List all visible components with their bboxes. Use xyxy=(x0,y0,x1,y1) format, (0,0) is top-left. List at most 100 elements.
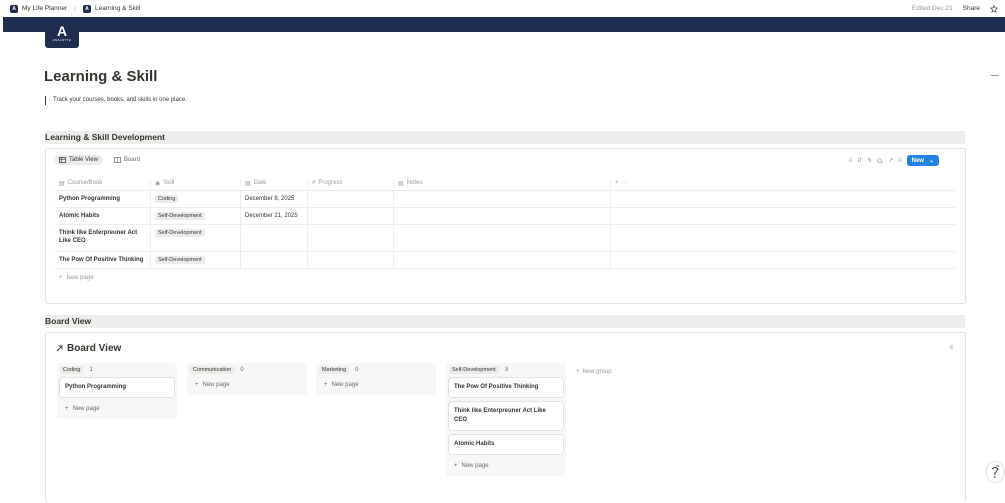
section-heading-board: Board View xyxy=(45,315,965,328)
page-cover xyxy=(3,17,1005,32)
column-header-date[interactable]: ▤ Date xyxy=(241,179,308,187)
row-skill[interactable]: Self-Development xyxy=(151,225,241,251)
row-skill[interactable]: Self-Development xyxy=(151,252,241,268)
top-bar: A My Life Planner / A Learning & Skill E… xyxy=(0,0,1005,17)
column-header-skill[interactable]: ◉ Skill xyxy=(151,179,241,187)
expand-icon[interactable]: ↗ xyxy=(888,157,893,164)
top-actions: Edited Dec 21 Share xyxy=(912,0,998,17)
help-assistant-icon[interactable] xyxy=(987,462,1003,482)
breadcrumb-item-learning-skill[interactable]: Learning & Skill xyxy=(95,5,140,12)
search-icon[interactable] xyxy=(877,157,883,164)
row-empty xyxy=(611,208,956,224)
group-count: 1 xyxy=(89,367,93,373)
add-property-icon[interactable]: + xyxy=(615,180,619,186)
page-quote: Track your courses, books, and skills in… xyxy=(45,96,187,105)
edited-timestamp: Edited Dec 21 xyxy=(911,5,953,12)
table-row[interactable]: The Pow Of Positive Thinking Self-Develo… xyxy=(55,252,956,269)
group-header[interactable]: Coding 1 xyxy=(60,366,174,374)
board-card[interactable]: The Pow Of Positive Thinking xyxy=(449,378,563,397)
row-skill[interactable]: Coding xyxy=(151,191,241,207)
new-group-button[interactable]: + New group xyxy=(576,369,612,375)
new-page-label: New page xyxy=(72,406,100,412)
new-button[interactable]: New ⌄ xyxy=(906,155,939,166)
column-header-progress[interactable]: # Progress xyxy=(308,180,394,186)
board-group-self-development: Self-Development 3 The Pow Of Positive T… xyxy=(446,363,566,476)
table-row[interactable]: Think like Enterpreuner Act Like CEO Sel… xyxy=(55,225,956,252)
page-logo: A ANALOYTH xyxy=(45,17,79,48)
table-row[interactable]: Python Programming Coding December 8, 20… xyxy=(55,191,956,208)
table-header: ▤ Course/Book ◉ Skill ▤ Date # Progress ▤ Not… xyxy=(55,176,956,191)
row-name[interactable]: Python Programming xyxy=(55,191,151,207)
plus-icon: + xyxy=(65,406,69,412)
group-header[interactable]: Marketing 0 xyxy=(319,366,433,374)
more-icon[interactable]: ··· xyxy=(622,180,628,186)
new-page-label: New page xyxy=(202,382,230,388)
automation-icon[interactable]: ↯ xyxy=(867,157,872,164)
column-header-actions: + ··· xyxy=(611,180,956,186)
tab-board[interactable]: Board xyxy=(109,155,145,165)
row-name[interactable]: Think like Enterpreuner Act Like CEO xyxy=(55,225,151,251)
calendar-icon: ▤ xyxy=(245,180,251,187)
row-date[interactable] xyxy=(241,225,308,251)
group-new-page[interactable]: + New page xyxy=(319,378,433,392)
row-date[interactable]: December 8, 2025 xyxy=(241,191,308,207)
board-card[interactable]: Think like Enterpreuner Act Like CEO xyxy=(449,402,563,430)
column-header-notes[interactable]: ▤ Notes xyxy=(394,179,611,187)
group-name: Marketing xyxy=(319,366,350,374)
breadcrumb-separator: / xyxy=(74,5,76,12)
table-new-page[interactable]: + New page xyxy=(55,269,956,287)
tab-label: Table View xyxy=(69,157,98,163)
row-progress[interactable] xyxy=(308,191,394,207)
group-new-page[interactable]: + New page xyxy=(60,402,174,416)
group-name: Self-Development xyxy=(449,366,499,374)
board-title[interactable]: Board View xyxy=(56,343,121,354)
row-date[interactable] xyxy=(241,252,308,268)
row-skill[interactable]: Self-Development xyxy=(151,208,241,224)
row-notes[interactable] xyxy=(394,225,611,251)
row-notes[interactable] xyxy=(394,208,611,224)
favorite-star-icon[interactable] xyxy=(990,4,998,13)
breadcrumb-item-my-life-planner[interactable]: My Life Planner xyxy=(22,5,67,12)
table-row[interactable]: Atomic Habits Self-Development December … xyxy=(55,208,956,225)
number-property-icon: # xyxy=(312,180,316,186)
row-name[interactable]: Atomic Habits xyxy=(55,208,151,224)
tab-table-view[interactable]: Table View xyxy=(54,155,103,165)
row-date[interactable]: December 21, 2025 xyxy=(241,208,308,224)
link-arrow-icon xyxy=(56,345,63,352)
board-title-label: Board View xyxy=(67,343,122,354)
board-card[interactable]: Python Programming xyxy=(60,378,174,397)
skill-tag: Self-Development xyxy=(155,256,205,264)
column-header-course[interactable]: ▤ Course/Book xyxy=(55,179,151,187)
workspace-icon: A xyxy=(10,4,18,13)
new-button-label: New xyxy=(911,157,924,164)
group-name: Coding xyxy=(60,366,84,374)
text-property-icon: ▤ xyxy=(398,180,404,187)
group-header[interactable]: Communication 0 xyxy=(190,366,304,374)
row-progress[interactable] xyxy=(308,225,394,251)
board-settings-icon[interactable]: ≡ xyxy=(949,345,953,351)
filter-icon[interactable]: ≡ xyxy=(849,158,853,164)
group-count: 0 xyxy=(355,367,359,373)
board-card[interactable]: Atomic Habits xyxy=(449,435,563,454)
group-new-page[interactable]: + New page xyxy=(449,459,563,473)
row-progress[interactable] xyxy=(308,208,394,224)
database-toolbar: ≡ ⇵ ↯ ↗ ≡ New ⌄ xyxy=(849,155,939,166)
group-new-page[interactable]: + New page xyxy=(190,378,304,392)
data-table: ▤ Course/Book ◉ Skill ▤ Date # Progress ▤ Not… xyxy=(55,176,956,287)
chevron-down-icon[interactable]: ⌄ xyxy=(929,157,934,164)
sort-icon[interactable]: ⇵ xyxy=(857,157,862,164)
tab-label: Board xyxy=(123,157,140,163)
row-name[interactable]: The Pow Of Positive Thinking xyxy=(55,252,151,268)
row-notes[interactable] xyxy=(394,191,611,207)
row-progress[interactable] xyxy=(308,252,394,268)
logo-text: ANALOYTH xyxy=(52,37,72,42)
board-group-marketing: Marketing 0 + New page xyxy=(316,363,436,395)
board-group-communication: Communication 0 + New page xyxy=(187,363,307,395)
row-empty xyxy=(611,225,956,251)
table-of-contents-icon[interactable] xyxy=(991,75,999,79)
settings-icon[interactable]: ≡ xyxy=(898,158,902,164)
view-tabs: Table View Board xyxy=(54,155,145,165)
row-notes[interactable] xyxy=(394,252,611,268)
share-button[interactable]: Share xyxy=(963,5,980,12)
group-header[interactable]: Self-Development 3 xyxy=(449,366,563,374)
